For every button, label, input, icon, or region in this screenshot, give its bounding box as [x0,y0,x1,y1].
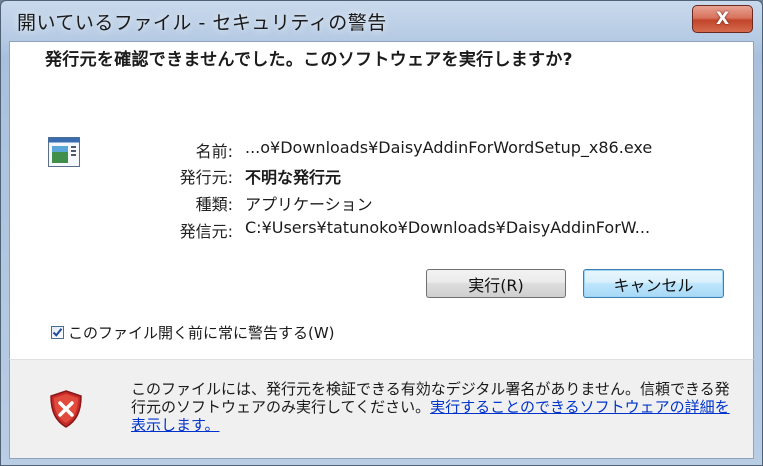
title-bar[interactable]: 開いているファイル - セキュリティの警告 X [1,1,762,41]
warning-message: このファイルには、発行元を検証できる有効なデジタル署名がありません。信頼できる発… [131,380,741,434]
type-value: アプリケーション [245,195,373,214]
window-title: 開いているファイル - セキュリティの警告 [17,11,387,34]
always-warn-checkbox[interactable] [51,325,64,339]
shield-error-icon [50,390,82,428]
run-button[interactable]: 実行(R) [426,269,566,298]
from-label: 発信元: [179,222,233,241]
from-value: C:¥Users¥tatunoko¥Downloads¥DaisyAddinFo… [245,218,651,237]
cancel-button[interactable]: キャンセル [583,269,724,298]
publisher-value: 不明な発行元 [245,168,342,187]
type-label: 種類: [195,195,233,214]
name-value: ...o¥Downloads¥DaisyAddinForWordSetup_x8… [245,138,653,157]
always-warn-option[interactable]: このファイル開く前に常に警告する(W) [51,321,335,343]
name-label: 名前: [195,142,233,161]
publisher-label: 発行元: [179,168,233,187]
dialog-heading: 発行元を確認できませんでした。このソフトウェアを実行しますか? [45,50,573,70]
always-warn-label: このファイル開く前に常に警告する(W) [68,323,335,342]
close-icon: X [715,9,730,29]
security-warning-dialog: 開いているファイル - セキュリティの警告 X 発行元を確認できませんでした。こ… [0,0,763,466]
checkmark-icon [52,327,63,337]
close-button[interactable]: X [692,5,753,33]
